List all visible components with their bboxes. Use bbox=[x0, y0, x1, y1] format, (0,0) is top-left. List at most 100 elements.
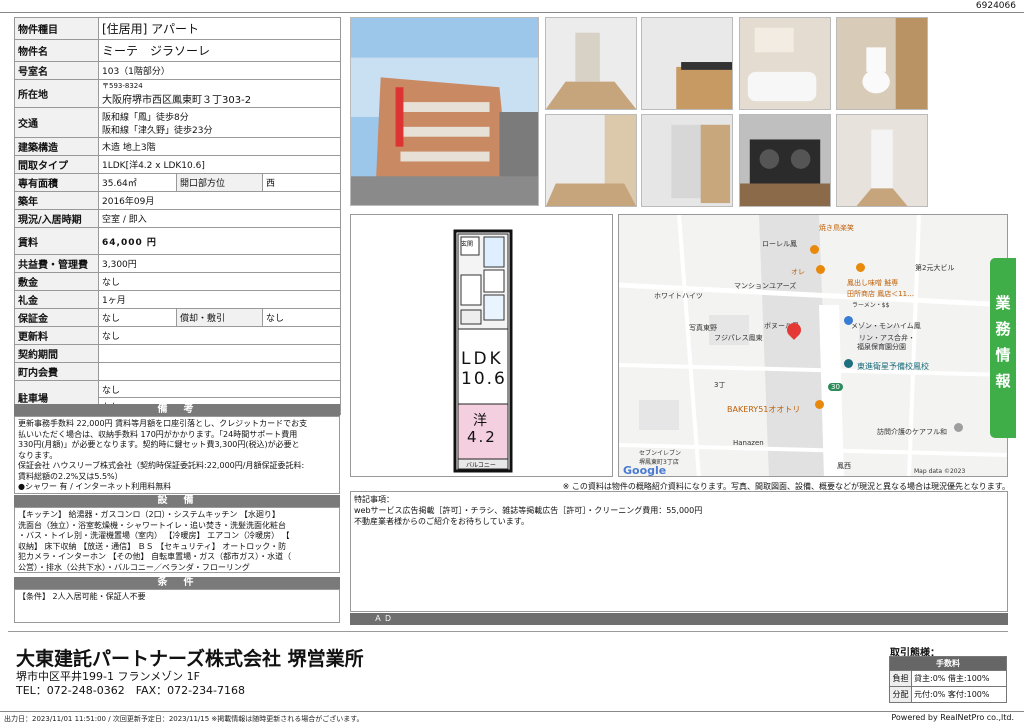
map-poi-icon bbox=[810, 245, 819, 254]
tab-char: 業 bbox=[995, 294, 1011, 312]
guarantee-label: 保証金 bbox=[14, 308, 99, 327]
tab-char: 情 bbox=[995, 346, 1011, 364]
type-label: 物件種目 bbox=[14, 17, 99, 40]
transaction-table: 手数料 負担 貸主:0% 借主:100% 分配 元付:0% 客付:100% bbox=[889, 656, 1007, 703]
spec-table: 物件種目 [住居用] アパート 物件名 ミーテ ジラソーレ 号室名 103（1階部分）… bbox=[14, 17, 342, 415]
layout-label: 間取タイプ bbox=[14, 155, 99, 174]
split-value: 元付:0% 客付:100% bbox=[911, 686, 1007, 703]
map-poi-icon bbox=[844, 359, 853, 368]
map-label: フジパレス鳳東 bbox=[714, 334, 763, 342]
ad-bar: ＡＤ bbox=[350, 613, 1008, 625]
memo-line-1: webサービス広告掲載［許可］・チラシ、雑誌等掲載広告［許可］・クリーニング費用… bbox=[354, 506, 703, 515]
amort-value: なし bbox=[261, 308, 342, 327]
deposit-value: なし bbox=[97, 272, 342, 291]
map-poi-icon bbox=[954, 423, 963, 432]
renew-value: なし bbox=[97, 326, 342, 345]
map-poi-icon bbox=[816, 265, 825, 274]
equipment-line: 洗面台（独立）・浴室乾燥機・シャワートイレ・追い焚き・洗髪洗面化粧台 bbox=[18, 520, 286, 530]
fee-label: 共益費・管理費 bbox=[14, 254, 99, 273]
amort-label: 償却・敷引 bbox=[176, 308, 263, 327]
floor-plan: 玄関 LDK 10.6 洋 4.2 バルコニー bbox=[350, 214, 613, 477]
area-label: 専有面積 bbox=[14, 173, 99, 192]
equipment-section: 設 備 【キッチン】 給湯器・ガスコンロ（2口）・システムキッチン 【水廻り】 … bbox=[14, 495, 340, 573]
closet-photo bbox=[641, 114, 733, 207]
location-map[interactable]: 焼き鳥楽笑 ローレル鳳 オレ 鳳出し味噌 鮭専 田所商店 鳳店＜11… ラーメン… bbox=[618, 214, 1008, 477]
transport-cell: 阪和線「鳳」徒歩8分 阪和線「津久野」徒歩23分 bbox=[97, 107, 342, 138]
conditions-text: 【条件】 2人入居可能・保証人不要 bbox=[14, 589, 340, 623]
google-logo: Google bbox=[623, 464, 667, 477]
tab-char: 報 bbox=[995, 372, 1011, 390]
assoc-value bbox=[97, 362, 342, 381]
hallway-photo bbox=[836, 114, 928, 207]
ldk-size: 10.6 bbox=[461, 369, 507, 389]
remarks-line: 更新事務手数料 22,000円 賃料等月額を口座引落とし、クレジットカードでお支 bbox=[18, 419, 308, 428]
map-label: ローレル鳳 bbox=[762, 240, 797, 248]
map-label: 焼き鳥楽笑 bbox=[819, 224, 854, 232]
type-value: [住居用] アパート bbox=[97, 17, 342, 40]
guarantee-value: なし bbox=[98, 308, 177, 327]
remarks-line: ●シャワー 有 / インターネット利用料無料 bbox=[18, 482, 172, 491]
map-label: 東進衛星予備校鳳校 bbox=[857, 362, 929, 371]
remarks-line: なります。 bbox=[18, 450, 58, 460]
footer-divider bbox=[8, 631, 1008, 632]
remarks-body: 更新事務手数料 22,000円 賃料等月額を口座引落とし、クレジットカードでお支… bbox=[14, 416, 340, 494]
western-label: 洋 bbox=[473, 413, 487, 429]
split-key: 分配 bbox=[889, 686, 912, 703]
postal-code: 〒593-8324 bbox=[102, 82, 143, 90]
stove-photo bbox=[739, 114, 831, 207]
map-label: Hanazen bbox=[733, 439, 764, 447]
memo-line-2: 不動産業者様からのご紹介をお待ちしています。 bbox=[354, 517, 529, 526]
built-value: 2016年09月 bbox=[97, 191, 342, 210]
map-label: 訪問介護のケアフル和 bbox=[877, 428, 947, 436]
equipment-line: 【キッチン】 給湯器・ガスコンロ（2口）・システムキッチン 【水廻り】 bbox=[18, 510, 280, 519]
fee-header: 手数料 bbox=[889, 656, 1007, 671]
bottom-divider bbox=[0, 711, 1024, 712]
rent-label: 賃料 bbox=[14, 227, 99, 255]
equipment-line: ・バス・トイレ別・洗濯機置場（室内） 【冷暖房】 エアコン（冷暖房） 【 bbox=[18, 531, 290, 540]
map-label: セブンイレブン bbox=[639, 450, 682, 457]
assoc-label: 町内会費 bbox=[14, 362, 99, 381]
transport-1: 阪和線「鳳」徒歩8分 bbox=[102, 112, 189, 123]
remarks-title: 備 考 bbox=[14, 404, 340, 416]
remarks-line: 保証会社 ハウスリーブ株式会社（契約時保証委託料:22,000円/月額保証委託料… bbox=[18, 461, 305, 470]
map-label: 鳳西 bbox=[837, 462, 851, 470]
deposit-label: 敷金 bbox=[14, 272, 99, 291]
name-label: 物件名 bbox=[14, 39, 99, 62]
map-label: マンションユアーズ bbox=[734, 282, 797, 290]
equipment-line: 公営）・排水（公共下水）・バルコニー／ベランダ・フローリング bbox=[18, 562, 250, 572]
western-size: 4.2 bbox=[467, 428, 497, 446]
business-info-tab[interactable]: 業 務 情 報 bbox=[990, 258, 1016, 438]
status-label: 現況/入居時期 bbox=[14, 209, 99, 228]
bath-photo bbox=[739, 17, 831, 110]
address: 大阪府堺市西区鳳東町３丁303-2 bbox=[102, 95, 252, 106]
equipment-line: 犯カメラ・インターホン 【その他】 自転車置場・ガス（都市ガス）・水道（ bbox=[18, 552, 292, 561]
location-cell: 〒593-8324 大阪府堺市西区鳳東町３丁303-2 bbox=[97, 79, 342, 108]
output-date: 出力日：2023/11/01 11:51:00 / 次回更新予定日：2023/1… bbox=[4, 715, 364, 723]
fee-value: 3,300円 bbox=[97, 254, 342, 273]
map-label: ホワイトハイツ bbox=[654, 292, 703, 300]
toilet-photo bbox=[836, 17, 928, 110]
equipment-line: 収納】 床下収納 【放送・通信】 ＢＳ 【セキュリティ】 オートロック・防 bbox=[18, 541, 287, 551]
rent-value: 64,000 円 bbox=[97, 227, 342, 255]
map-label: BAKERY51オオトリ bbox=[727, 405, 801, 414]
room-photo-1 bbox=[545, 17, 637, 110]
direction-value: 西 bbox=[261, 173, 342, 192]
parking-value-1: なし bbox=[97, 380, 342, 398]
key-money-value: 1ヶ月 bbox=[97, 290, 342, 309]
layout-value: 1LDK[洋4.2 x LDK10.6] bbox=[97, 155, 342, 174]
map-poi-icon bbox=[844, 316, 853, 325]
map-poi-icon bbox=[856, 263, 865, 272]
equipment-body: 【キッチン】 給湯器・ガスコンロ（2口）・システムキッチン 【水廻り】 洗面台（… bbox=[14, 507, 340, 573]
map-label: オレ bbox=[791, 268, 805, 276]
powered-by: Powered by RealNetPro co.,ltd. bbox=[891, 713, 1014, 722]
burden-key: 負担 bbox=[889, 670, 912, 687]
remarks-line: 払いいただく場合は、収納手数料 170円がかかります。「24時間サポート費用 bbox=[18, 429, 298, 439]
transport-label: 交通 bbox=[14, 107, 99, 138]
room-photo-3 bbox=[545, 114, 637, 207]
map-poi-icon bbox=[815, 400, 824, 409]
conditions-section: 条 件 【条件】 2人入居可能・保証人不要 bbox=[14, 577, 340, 623]
direction-label: 開口部方位 bbox=[176, 173, 263, 192]
map-label: 鳳出し味噌 鮭専 bbox=[847, 279, 899, 287]
tab-char: 務 bbox=[995, 320, 1011, 338]
map-label: 第2元大ビル bbox=[915, 264, 955, 272]
